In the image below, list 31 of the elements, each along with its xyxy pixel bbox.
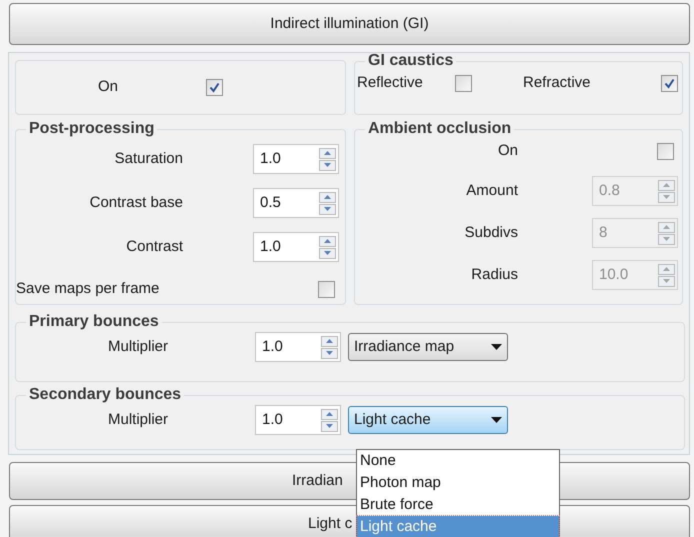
field-label: Radius xyxy=(470,264,518,285)
checkmark-icon xyxy=(209,82,220,93)
field-label: Saturation xyxy=(114,148,183,169)
caret-icon xyxy=(491,344,502,350)
field-label: Subdivs xyxy=(464,222,518,243)
checkbox[interactable] xyxy=(454,74,472,92)
checkmark-icon xyxy=(664,78,675,88)
checkbox[interactable] xyxy=(206,79,224,96)
engine-dropdown[interactable]: Light cache xyxy=(348,406,508,434)
checkbox-label: Reflective xyxy=(357,72,423,93)
field-label: Multiplier xyxy=(106,410,168,430)
field-label: Contrast xyxy=(125,236,183,257)
engine-dropdown[interactable]: Irradiance map xyxy=(348,333,508,361)
checkbox-label: Refractive xyxy=(523,72,591,93)
checkbox-label: On xyxy=(496,140,518,161)
group-title: Ambient occlusion xyxy=(367,120,512,138)
field-label: Contrast base xyxy=(88,192,183,213)
checkbox[interactable] xyxy=(657,142,674,160)
group-title: Post-processing xyxy=(28,120,156,138)
dropdown-option[interactable]: Photon map xyxy=(357,472,559,494)
group-title: GI caustics xyxy=(367,52,454,70)
field-label: Multiplier xyxy=(106,336,168,357)
group-title: Primary bounces xyxy=(28,313,160,331)
checkbox[interactable] xyxy=(318,280,335,298)
checkbox-label: On xyxy=(98,77,118,98)
group-title: Secondary bounces xyxy=(28,386,182,404)
field-label: Amount xyxy=(465,180,518,201)
checkbox-label: Save maps per frame xyxy=(16,278,160,299)
checkbox[interactable] xyxy=(661,74,678,92)
caret-icon xyxy=(491,417,502,423)
rollout-header-button[interactable]: Indirect illumination (GI) xyxy=(9,3,690,45)
